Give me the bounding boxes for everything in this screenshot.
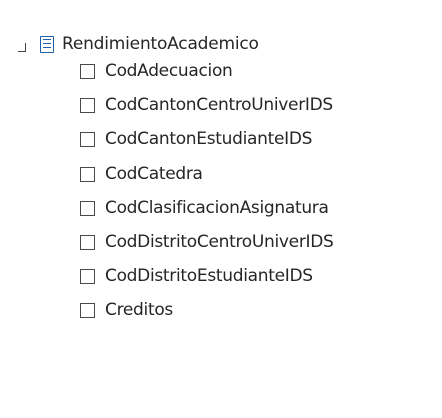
field-checkbox[interactable] bbox=[80, 303, 95, 319]
field-label: CodCantonEstudianteIDS bbox=[105, 129, 313, 150]
field-item-creditos[interactable]: Creditos bbox=[80, 299, 334, 333]
field-checkbox[interactable] bbox=[80, 64, 95, 79]
field-checkbox[interactable] bbox=[80, 269, 95, 285]
field-checkbox[interactable] bbox=[80, 98, 95, 114]
field-item-coddistritocentrouniverids[interactable]: CodDistritoCentroUniverIDS bbox=[80, 231, 334, 265]
field-label: CodDistritoCentroUniverIDS bbox=[105, 231, 334, 252]
table-icon bbox=[40, 35, 54, 53]
tree-node-rendimiento-academico[interactable]: RendimientoAcademico bbox=[18, 31, 259, 57]
field-item-coddistritoestudianteids[interactable]: CodDistritoEstudianteIDS bbox=[80, 265, 334, 299]
field-item-codadecuacion[interactable]: CodAdecuacion bbox=[80, 60, 334, 94]
field-label: Creditos bbox=[105, 300, 173, 321]
field-item-codcatedra[interactable]: CodCatedra bbox=[80, 163, 334, 197]
field-item-codclasificacionasignatura[interactable]: CodClasificacionAsignatura bbox=[80, 197, 334, 231]
field-label: CodCatedra bbox=[105, 163, 203, 184]
field-item-codcantonestudianteids[interactable]: CodCantonEstudianteIDS bbox=[80, 128, 334, 162]
field-checkbox[interactable] bbox=[80, 166, 95, 182]
field-label: CodCantonCentroUniverIDS bbox=[105, 95, 333, 116]
field-list-panel: RendimientoAcademico CodAdecuacion CodCa… bbox=[0, 0, 442, 418]
field-checkbox[interactable] bbox=[80, 200, 95, 216]
collapse-icon[interactable] bbox=[18, 42, 28, 52]
field-list: CodAdecuacion CodCantonCentroUniverIDS C… bbox=[80, 60, 334, 334]
field-label: CodClasificacionAsignatura bbox=[105, 197, 329, 218]
field-label: CodDistritoEstudianteIDS bbox=[105, 266, 313, 287]
field-checkbox[interactable] bbox=[80, 132, 95, 148]
field-checkbox[interactable] bbox=[80, 234, 95, 250]
field-item-codcantoncentrouniverids[interactable]: CodCantonCentroUniverIDS bbox=[80, 94, 334, 128]
tree-node-label: RendimientoAcademico bbox=[62, 34, 259, 54]
field-label: CodAdecuacion bbox=[105, 61, 233, 81]
